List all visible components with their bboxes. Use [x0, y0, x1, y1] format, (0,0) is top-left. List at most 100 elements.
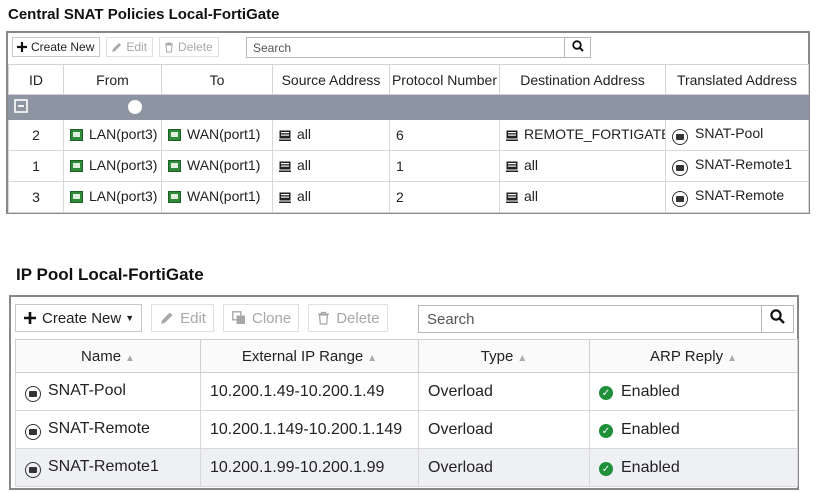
create-new-button[interactable]: Create New: [12, 37, 101, 57]
column-header-type[interactable]: Type ▲︎: [418, 339, 590, 373]
address-icon: [279, 159, 291, 175]
policy-id: 3: [8, 181, 64, 213]
destination-address: all: [524, 157, 539, 173]
column-header-arp-reply[interactable]: ARP Reply ▲︎: [589, 339, 798, 373]
sort-icon: ▲︎: [517, 352, 528, 364]
interface-icon: [70, 190, 83, 206]
pool-name: SNAT-Remote1: [48, 457, 159, 475]
to-cell: WAN(port1): [161, 181, 273, 213]
delete-button[interactable]: Delete: [308, 304, 388, 332]
edit-label: Edit: [126, 40, 148, 54]
search-icon: [571, 39, 584, 57]
collapse-icon[interactable]: [14, 99, 28, 116]
caret-down-icon: ▼: [125, 313, 135, 323]
check-icon: ✓: [599, 424, 613, 438]
pool-type: Overload: [418, 410, 590, 449]
ippool-search-box: [418, 305, 794, 333]
from-cell: LAN(port3): [63, 181, 162, 213]
table-row[interactable]: SNAT-Remote1 10.200.1.99-10.200.1.99 Ove…: [15, 448, 798, 487]
check-icon: ✓: [599, 386, 613, 400]
column-header-destination-address[interactable]: Destination Address: [499, 64, 666, 95]
delete-button[interactable]: Delete: [159, 37, 219, 57]
translated-address: SNAT-Remote: [695, 187, 785, 203]
edit-label: Edit: [180, 309, 206, 327]
interface-icon: [168, 159, 181, 175]
sort-icon: ▲︎: [727, 352, 737, 364]
arp-reply-cell: ✓ Enabled: [589, 410, 798, 449]
external-ip-range: 10.200.1.149-10.200.1.149: [200, 410, 419, 449]
destination-address: all: [524, 188, 539, 204]
snat-section-title: Central SNAT Policies Local-FortiGate: [8, 6, 280, 23]
table-header-row: Name ▲︎ External IP Range ▲︎ Type ▲︎ ARP Re…: [15, 339, 798, 373]
column-header-label: Type: [480, 347, 514, 365]
to-interface: WAN(port1): [187, 126, 261, 142]
sort-icon: ▲︎: [125, 352, 135, 364]
create-new-dropdown-button[interactable]: Create New ▼: [15, 304, 143, 332]
source-cell: all: [272, 150, 390, 182]
column-header-source-address[interactable]: Source Address: [272, 64, 390, 95]
protocol-number: 6: [389, 119, 500, 151]
translated-cell: SNAT-Pool: [665, 119, 809, 151]
create-new-label: Create New: [31, 40, 95, 54]
table-row[interactable]: SNAT-Remote 10.200.1.149-10.200.1.149 Ov…: [15, 410, 798, 449]
delete-label: Delete: [178, 40, 213, 54]
translated-cell: SNAT-Remote1: [665, 150, 809, 182]
translated-address: SNAT-Remote1: [695, 156, 792, 172]
search-button[interactable]: [564, 38, 590, 57]
destination-cell: REMOTE_FORTIGATE: [499, 119, 666, 151]
to-interface: WAN(port1): [187, 188, 261, 204]
source-cell: all: [272, 119, 390, 151]
search-icon: [770, 309, 785, 329]
arp-reply-status: Enabled: [621, 382, 680, 400]
search-input[interactable]: [247, 38, 564, 57]
address-icon: [506, 159, 518, 175]
clone-label: Clone: [251, 309, 292, 327]
pool-name: SNAT-Remote: [48, 419, 150, 437]
snat-toolbar: Create New Edit Delete: [12, 37, 219, 57]
sort-icon: ▲︎: [367, 352, 378, 364]
destination-cell: all: [499, 150, 666, 182]
column-header-to[interactable]: To: [161, 64, 273, 95]
clone-button[interactable]: Clone: [222, 304, 300, 332]
source-address: all: [297, 157, 312, 173]
column-header-id[interactable]: ID: [8, 64, 64, 95]
ippool-toolbar: Create New ▼ Edit Clone Delete: [15, 304, 388, 332]
trash-icon: [317, 311, 330, 325]
policy-id: 2: [8, 119, 64, 151]
trash-icon: [164, 42, 174, 53]
column-header-name[interactable]: Name ▲︎: [15, 339, 201, 373]
source-address: all: [297, 126, 312, 142]
table-header-row: ID From To Source Address Protocol Numbe…: [8, 64, 809, 95]
policy-group-row[interactable]: [8, 94, 809, 120]
snat-panel: Create New Edit Delete ID From To Source…: [6, 31, 810, 214]
external-ip-range: 10.200.1.49-10.200.1.49: [200, 372, 419, 411]
pool-type: Overload: [418, 372, 590, 411]
pool-name-cell: SNAT-Remote: [15, 410, 201, 449]
column-header-translated-address[interactable]: Translated Address: [665, 64, 809, 95]
search-input[interactable]: [419, 306, 761, 332]
ippool-panel: Create New ▼ Edit Clone Delete Name▲︎ Ex: [9, 295, 799, 490]
edit-button[interactable]: Edit: [106, 37, 154, 57]
to-interface: WAN(port1): [187, 157, 261, 173]
arp-reply-cell: ✓ Enabled: [589, 372, 798, 411]
destination-address: REMOTE_FORTIGATE: [524, 126, 666, 142]
column-header-label: External IP Range: [241, 347, 364, 365]
table-row[interactable]: 2 LAN(port3) WAN(port1) all 6 REMOTE_FOR…: [8, 119, 809, 151]
column-header-protocol-number[interactable]: Protocol Number: [389, 64, 500, 95]
plus-icon: [17, 42, 27, 52]
column-header-external-ip-range[interactable]: External IP Range ▲︎: [200, 339, 419, 373]
group-toggle-dot[interactable]: [127, 100, 142, 115]
search-button[interactable]: [761, 306, 793, 332]
column-header-from[interactable]: From: [63, 64, 162, 95]
pencil-icon: [160, 311, 174, 325]
address-icon: [506, 190, 518, 206]
table-row[interactable]: 1 LAN(port3) WAN(port1) all 1 all SNAT-R…: [8, 150, 809, 182]
table-row[interactable]: SNAT-Pool 10.200.1.49-10.200.1.49 Overlo…: [15, 372, 798, 411]
table-row[interactable]: 3 LAN(port3) WAN(port1) all 2 all SNAT-R…: [8, 181, 809, 213]
edit-button[interactable]: Edit: [151, 304, 214, 332]
ip-pool-icon: [672, 129, 688, 145]
from-cell: LAN(port3): [63, 119, 162, 151]
delete-label: Delete: [336, 309, 380, 327]
pool-type: Overload: [418, 448, 590, 487]
from-cell: LAN(port3): [63, 150, 162, 182]
